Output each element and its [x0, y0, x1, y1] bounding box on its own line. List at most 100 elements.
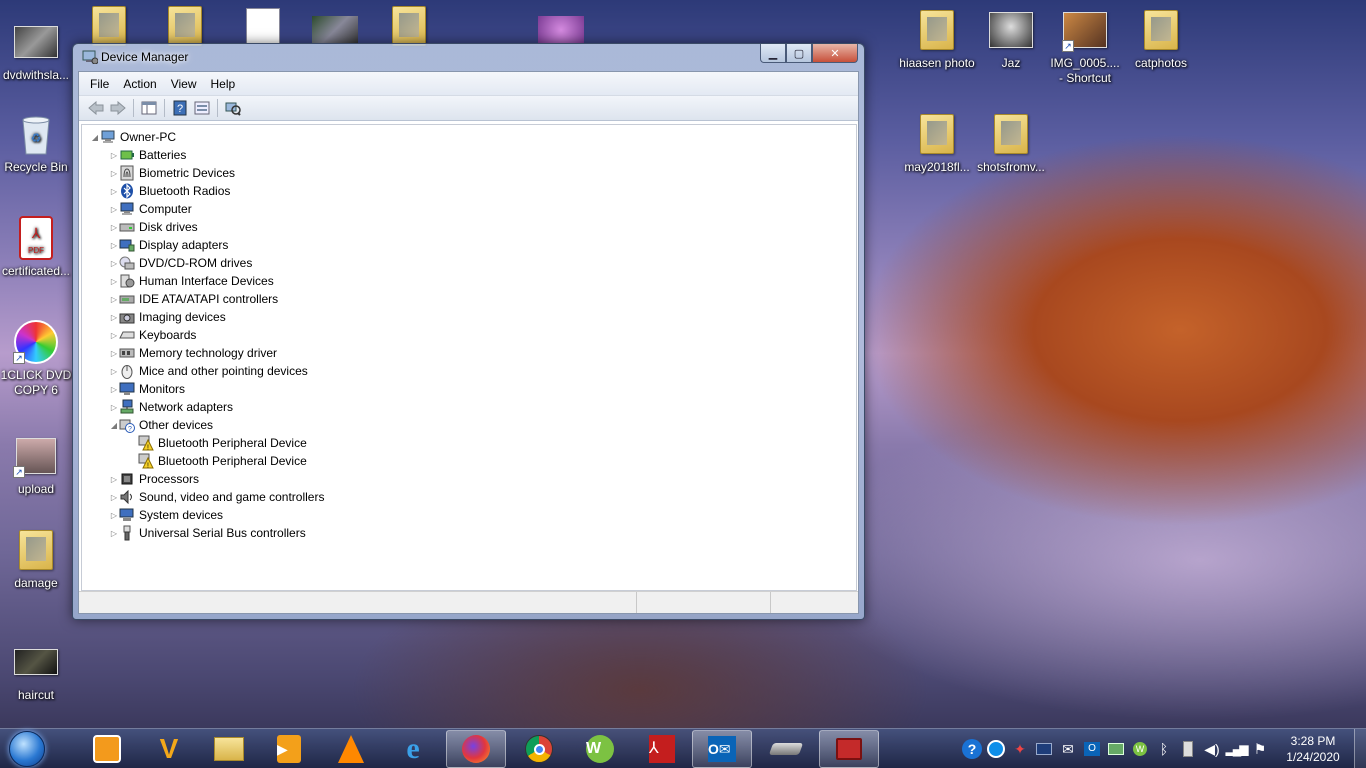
tree-category-monitors[interactable]: ▷ Monitors — [82, 380, 856, 398]
expand-arrow-icon[interactable]: ▷ — [109, 223, 119, 232]
desktop-icon-certificated[interactable]: ⅄ PDF certificated... — [0, 216, 74, 279]
collapse-arrow-icon[interactable]: ◢ — [90, 133, 100, 142]
menu-action[interactable]: Action — [116, 75, 163, 93]
help-button[interactable]: ? — [169, 98, 191, 118]
taskbar-app-device-manager[interactable] — [819, 730, 879, 768]
menu-help[interactable]: Help — [204, 75, 243, 93]
properties-pane-button[interactable] — [138, 98, 160, 118]
desktop-icon-haircut[interactable]: haircut — [0, 640, 74, 703]
usb-eject-icon[interactable] — [1176, 737, 1200, 761]
tree-category-disk-drives[interactable]: ▷ Disk drives — [82, 218, 856, 236]
desktop-icon-catphotos[interactable]: catphotos — [1123, 8, 1199, 71]
desktop-icon-may2018fl[interactable]: may2018fl... — [899, 112, 975, 175]
expand-arrow-icon[interactable]: ▷ — [109, 511, 119, 520]
scan-hardware-button[interactable] — [222, 98, 244, 118]
tree-category-network-adapters[interactable]: ▷ Network adapters — [82, 398, 856, 416]
expand-arrow-icon[interactable]: ▷ — [109, 475, 119, 484]
tree-category-dvd-cd-rom-drives[interactable]: ▷ DVD/CD-ROM drives — [82, 254, 856, 272]
video-thumbnail-icon[interactable] — [312, 16, 358, 44]
device-tree[interactable]: ◢ Owner-PC ▷ Batteries ▷ Biometric Devices ▷… — [81, 124, 857, 591]
tray-monitor-icon[interactable] — [1032, 737, 1056, 761]
mail-icon[interactable]: ✉ — [1056, 737, 1080, 761]
tree-category-display-adapters[interactable]: ▷ Display adapters — [82, 236, 856, 254]
tree-category-biometric-devices[interactable]: ▷ Biometric Devices — [82, 164, 856, 182]
taskbar-app-w-app[interactable]: W — [570, 730, 630, 768]
taskbar-app-outlook-calendar[interactable] — [77, 730, 137, 768]
expand-arrow-icon[interactable]: ▷ — [109, 277, 119, 286]
desktop-icon-hiaasen-photo[interactable]: hiaasen photo — [899, 8, 975, 71]
tree-category-ide-ata-atapi-controllers[interactable]: ▷ IDE ATA/ATAPI controllers — [82, 290, 856, 308]
forward-button[interactable] — [107, 98, 129, 118]
tree-category-batteries[interactable]: ▷ Batteries — [82, 146, 856, 164]
outlook-tray-icon[interactable]: O — [1080, 737, 1104, 761]
close-button[interactable]: ✕ — [812, 44, 858, 63]
expand-arrow-icon[interactable]: ▷ — [109, 295, 119, 304]
taskbar-app-outlook[interactable]: O✉ — [692, 730, 752, 768]
taskbar-app-vlc[interactable] — [321, 730, 381, 768]
tree-category-universal-serial-bus-controllers[interactable]: ▷ Universal Serial Bus controllers — [82, 524, 856, 542]
desktop-icon-jaz[interactable]: Jaz — [973, 8, 1049, 71]
tree-category-memory-technology-driver[interactable]: ▷ Memory technology driver — [82, 344, 856, 362]
tree-category-keyboards[interactable]: ▷ Keyboards — [82, 326, 856, 344]
taskbar-app-vegas-video[interactable]: V — [139, 730, 199, 768]
tree-device-bluetooth-peripheral-device[interactable]: ! Bluetooth Peripheral Device — [82, 452, 856, 470]
volume-icon[interactable]: ◀) — [1200, 737, 1224, 761]
desktop-icon-damage[interactable]: damage — [0, 528, 74, 591]
expand-arrow-icon[interactable]: ▷ — [109, 187, 119, 196]
taskbar-app-media-player[interactable]: ▶ — [259, 730, 319, 768]
w-tray-icon[interactable]: W — [1128, 737, 1152, 761]
tree-category-mice-and-other-pointing-devices[interactable]: ▷ Mice and other pointing devices — [82, 362, 856, 380]
teamviewer-icon[interactable] — [984, 737, 1008, 761]
expand-arrow-icon[interactable]: ▷ — [109, 385, 119, 394]
desktop-icon-recycle-bin[interactable]: ♻ Recycle Bin — [0, 112, 74, 175]
tree-category-imaging-devices[interactable]: ▷ Imaging devices — [82, 308, 856, 326]
tree-category-system-devices[interactable]: ▷ System devices — [82, 506, 856, 524]
expand-arrow-icon[interactable]: ▷ — [109, 493, 119, 502]
menu-view[interactable]: View — [164, 75, 204, 93]
desktop-icon-dvdwithsla[interactable]: dvdwithsla... — [0, 20, 74, 83]
desktop-icon-upload[interactable]: ↗ upload — [0, 434, 74, 497]
signal-icon[interactable]: ▂▄▆ — [1224, 737, 1249, 761]
expand-arrow-icon[interactable]: ▷ — [109, 205, 119, 214]
collapse-arrow-icon[interactable]: ◢ — [109, 421, 119, 430]
bluetooth-icon[interactable]: ᛒ — [1152, 737, 1176, 761]
expand-arrow-icon[interactable]: ▷ — [109, 151, 119, 160]
sync-icon[interactable] — [1104, 737, 1128, 761]
help-icon[interactable]: ? — [960, 737, 984, 761]
tree-category-bluetooth-radios[interactable]: ▷ Bluetooth Radios — [82, 182, 856, 200]
taskbar-app-scanner[interactable] — [756, 730, 816, 768]
expand-arrow-icon[interactable]: ▷ — [109, 169, 119, 178]
document-icon[interactable] — [246, 8, 280, 44]
expand-arrow-icon[interactable]: ▷ — [109, 259, 119, 268]
desktop-icon-shotsfromv[interactable]: shotsfromv... — [973, 112, 1049, 175]
tree-category-processors[interactable]: ▷ Processors — [82, 470, 856, 488]
folder-icon[interactable] — [168, 6, 202, 46]
device-manager-window[interactable]: Device Manager ▁ ▢ ✕ File Action View He… — [72, 43, 865, 620]
flower-photo-icon[interactable] — [538, 16, 584, 44]
minimize-button[interactable]: ▁ — [760, 44, 786, 63]
clock[interactable]: 3:28 PM 1/24/2020 — [1272, 733, 1354, 765]
expand-arrow-icon[interactable]: ▷ — [109, 313, 119, 322]
update-driver-button[interactable] — [191, 98, 213, 118]
taskbar-app-file-explorer[interactable] — [199, 730, 259, 768]
expand-arrow-icon[interactable]: ▷ — [109, 331, 119, 340]
taskbar-app-firefox[interactable] — [446, 730, 506, 768]
start-button[interactable] — [4, 730, 50, 768]
back-button[interactable] — [85, 98, 107, 118]
tree-category-other-devices[interactable]: ◢? Other devices — [82, 416, 856, 434]
menu-file[interactable]: File — [83, 75, 116, 93]
maximize-button[interactable]: ▢ — [786, 44, 812, 63]
flag-icon[interactable]: ⚑ — [1248, 737, 1272, 761]
taskbar-app-internet-explorer[interactable]: e — [383, 730, 443, 768]
expand-arrow-icon[interactable]: ▷ — [109, 241, 119, 250]
tree-category-computer[interactable]: ▷ Computer — [82, 200, 856, 218]
tree-category-sound-video-and-game-controllers[interactable]: ▷ Sound, video and game controllers — [82, 488, 856, 506]
tree-root[interactable]: ◢ Owner-PC — [82, 128, 856, 146]
expand-arrow-icon[interactable]: ▷ — [109, 349, 119, 358]
title-bar[interactable]: Device Manager ▁ ▢ ✕ — [73, 44, 864, 71]
folder-icon[interactable] — [392, 6, 426, 46]
tree-device-bluetooth-peripheral-device[interactable]: ! Bluetooth Peripheral Device — [82, 434, 856, 452]
folder-icon[interactable] — [92, 6, 126, 46]
expand-arrow-icon[interactable]: ▷ — [109, 367, 119, 376]
tree-category-human-interface-devices[interactable]: ▷ Human Interface Devices — [82, 272, 856, 290]
